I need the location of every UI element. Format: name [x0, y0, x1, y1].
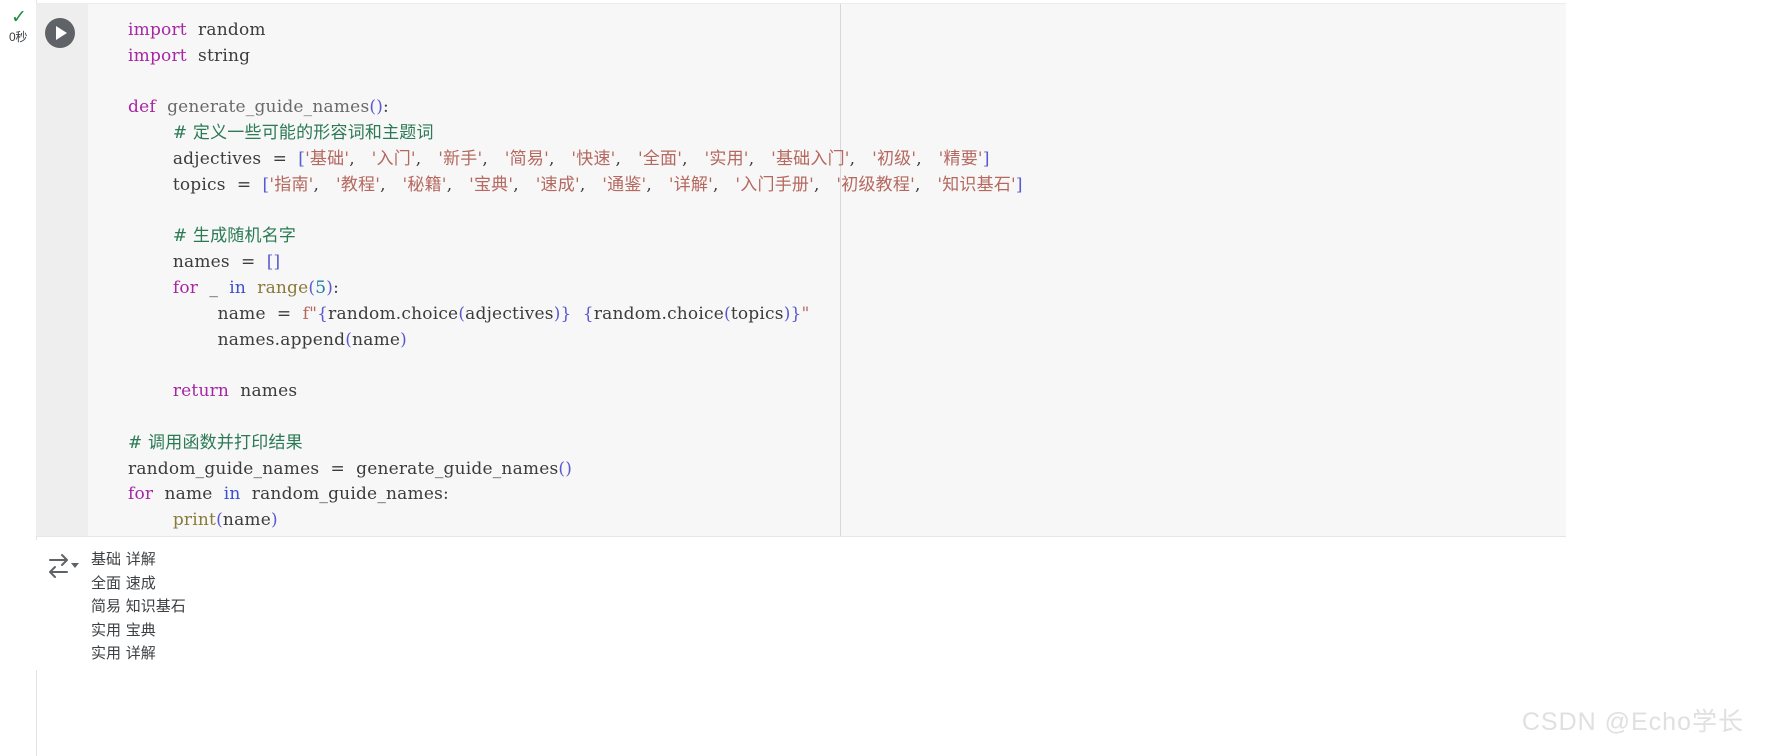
code-cell: import random import string def generate… [36, 3, 1566, 537]
run-cell-button[interactable] [45, 18, 75, 48]
cell-status-gutter: ✓ 0秒 [0, 0, 37, 756]
output-cell: 基础 详解 全面 速成 简易 知识基石 实用 宝典 实用 详解 [36, 540, 1566, 670]
notebook-cell-container: ✓ 0秒 import random import string def gen… [0, 0, 1766, 756]
code-content[interactable]: import random import string def generate… [128, 18, 1023, 534]
output-text: 基础 详解 全面 速成 简易 知识基石 实用 宝典 实用 详解 [91, 550, 186, 662]
check-icon: ✓ [11, 6, 27, 28]
code-editor-area[interactable]: import random import string def generate… [88, 4, 1566, 537]
watermark-label: CSDN @Echo学长 [1521, 708, 1744, 736]
output-arrow-icon[interactable] [47, 552, 81, 582]
run-button-column [36, 4, 88, 537]
page-right-margin [1566, 0, 1766, 756]
execution-time-label: 0秒 [8, 30, 28, 44]
cell-divider [36, 536, 1566, 537]
